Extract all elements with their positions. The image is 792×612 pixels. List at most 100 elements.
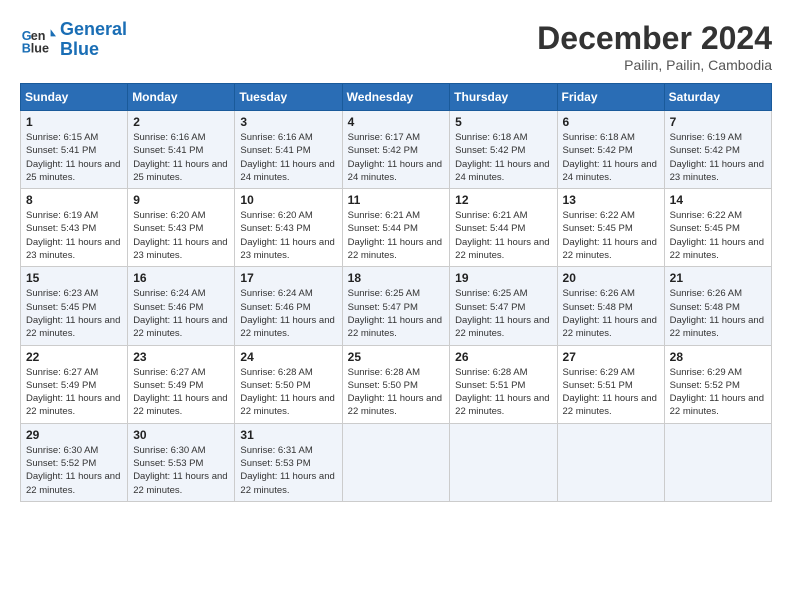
calendar-cell: 8 Sunrise: 6:19 AM Sunset: 5:43 PM Dayli… — [21, 189, 128, 267]
calendar-week-4: 22 Sunrise: 6:27 AM Sunset: 5:49 PM Dayl… — [21, 345, 772, 423]
location-title: Pailin, Pailin, Cambodia — [537, 57, 772, 73]
day-info: Sunrise: 6:27 AM Sunset: 5:49 PM Dayligh… — [26, 366, 122, 419]
day-info: Sunrise: 6:26 AM Sunset: 5:48 PM Dayligh… — [670, 287, 766, 340]
day-number: 20 — [563, 271, 659, 285]
day-number: 8 — [26, 193, 122, 207]
calendar-cell: 23 Sunrise: 6:27 AM Sunset: 5:49 PM Dayl… — [128, 345, 235, 423]
calendar-cell: 12 Sunrise: 6:21 AM Sunset: 5:44 PM Dayl… — [450, 189, 557, 267]
day-number: 5 — [455, 115, 551, 129]
calendar-table: SundayMondayTuesdayWednesdayThursdayFrid… — [20, 83, 772, 502]
day-number: 11 — [348, 193, 445, 207]
day-info: Sunrise: 6:28 AM Sunset: 5:50 PM Dayligh… — [240, 366, 336, 419]
calendar-header-sunday: Sunday — [21, 84, 128, 111]
day-number: 2 — [133, 115, 229, 129]
calendar-cell: 22 Sunrise: 6:27 AM Sunset: 5:49 PM Dayl… — [21, 345, 128, 423]
day-info: Sunrise: 6:23 AM Sunset: 5:45 PM Dayligh… — [26, 287, 122, 340]
calendar-cell — [557, 423, 664, 501]
day-info: Sunrise: 6:30 AM Sunset: 5:52 PM Dayligh… — [26, 444, 122, 497]
calendar-header-wednesday: Wednesday — [342, 84, 450, 111]
day-number: 13 — [563, 193, 659, 207]
svg-text:B: B — [22, 41, 31, 55]
calendar-cell: 16 Sunrise: 6:24 AM Sunset: 5:46 PM Dayl… — [128, 267, 235, 345]
calendar-cell: 5 Sunrise: 6:18 AM Sunset: 5:42 PM Dayli… — [450, 111, 557, 189]
calendar-header-row: SundayMondayTuesdayWednesdayThursdayFrid… — [21, 84, 772, 111]
day-info: Sunrise: 6:19 AM Sunset: 5:43 PM Dayligh… — [26, 209, 122, 262]
calendar-header-monday: Monday — [128, 84, 235, 111]
day-info: Sunrise: 6:20 AM Sunset: 5:43 PM Dayligh… — [240, 209, 336, 262]
calendar-week-1: 1 Sunrise: 6:15 AM Sunset: 5:41 PM Dayli… — [21, 111, 772, 189]
day-number: 18 — [348, 271, 445, 285]
day-info: Sunrise: 6:29 AM Sunset: 5:52 PM Dayligh… — [670, 366, 766, 419]
calendar-cell: 25 Sunrise: 6:28 AM Sunset: 5:50 PM Dayl… — [342, 345, 450, 423]
calendar-cell: 21 Sunrise: 6:26 AM Sunset: 5:48 PM Dayl… — [664, 267, 771, 345]
day-number: 14 — [670, 193, 766, 207]
day-info: Sunrise: 6:24 AM Sunset: 5:46 PM Dayligh… — [133, 287, 229, 340]
day-number: 29 — [26, 428, 122, 442]
day-info: Sunrise: 6:15 AM Sunset: 5:41 PM Dayligh… — [26, 131, 122, 184]
day-number: 4 — [348, 115, 445, 129]
day-number: 7 — [670, 115, 766, 129]
day-info: Sunrise: 6:28 AM Sunset: 5:51 PM Dayligh… — [455, 366, 551, 419]
day-number: 12 — [455, 193, 551, 207]
calendar-header-thursday: Thursday — [450, 84, 557, 111]
day-info: Sunrise: 6:18 AM Sunset: 5:42 PM Dayligh… — [563, 131, 659, 184]
calendar-cell: 1 Sunrise: 6:15 AM Sunset: 5:41 PM Dayli… — [21, 111, 128, 189]
month-title: December 2024 — [537, 20, 772, 57]
day-info: Sunrise: 6:22 AM Sunset: 5:45 PM Dayligh… — [563, 209, 659, 262]
calendar-cell: 3 Sunrise: 6:16 AM Sunset: 5:41 PM Dayli… — [235, 111, 342, 189]
day-number: 23 — [133, 350, 229, 364]
calendar-cell: 20 Sunrise: 6:26 AM Sunset: 5:48 PM Dayl… — [557, 267, 664, 345]
svg-text:lue: lue — [31, 41, 49, 55]
day-info: Sunrise: 6:19 AM Sunset: 5:42 PM Dayligh… — [670, 131, 766, 184]
day-number: 26 — [455, 350, 551, 364]
day-number: 16 — [133, 271, 229, 285]
calendar-cell: 24 Sunrise: 6:28 AM Sunset: 5:50 PM Dayl… — [235, 345, 342, 423]
page-header: G en B lue General Blue December 2024 Pa… — [20, 20, 772, 73]
day-number: 15 — [26, 271, 122, 285]
calendar-cell: 27 Sunrise: 6:29 AM Sunset: 5:51 PM Dayl… — [557, 345, 664, 423]
calendar-week-5: 29 Sunrise: 6:30 AM Sunset: 5:52 PM Dayl… — [21, 423, 772, 501]
calendar-cell: 7 Sunrise: 6:19 AM Sunset: 5:42 PM Dayli… — [664, 111, 771, 189]
logo-icon: G en B lue — [20, 22, 56, 58]
calendar-cell: 14 Sunrise: 6:22 AM Sunset: 5:45 PM Dayl… — [664, 189, 771, 267]
day-info: Sunrise: 6:22 AM Sunset: 5:45 PM Dayligh… — [670, 209, 766, 262]
calendar-cell: 9 Sunrise: 6:20 AM Sunset: 5:43 PM Dayli… — [128, 189, 235, 267]
day-number: 28 — [670, 350, 766, 364]
day-info: Sunrise: 6:25 AM Sunset: 5:47 PM Dayligh… — [455, 287, 551, 340]
day-info: Sunrise: 6:27 AM Sunset: 5:49 PM Dayligh… — [133, 366, 229, 419]
day-number: 31 — [240, 428, 336, 442]
day-number: 6 — [563, 115, 659, 129]
calendar-cell: 31 Sunrise: 6:31 AM Sunset: 5:53 PM Dayl… — [235, 423, 342, 501]
calendar-cell: 29 Sunrise: 6:30 AM Sunset: 5:52 PM Dayl… — [21, 423, 128, 501]
calendar-cell: 28 Sunrise: 6:29 AM Sunset: 5:52 PM Dayl… — [664, 345, 771, 423]
day-info: Sunrise: 6:16 AM Sunset: 5:41 PM Dayligh… — [240, 131, 336, 184]
calendar-cell — [450, 423, 557, 501]
logo-text: General Blue — [60, 20, 127, 60]
day-info: Sunrise: 6:29 AM Sunset: 5:51 PM Dayligh… — [563, 366, 659, 419]
day-number: 10 — [240, 193, 336, 207]
day-info: Sunrise: 6:26 AM Sunset: 5:48 PM Dayligh… — [563, 287, 659, 340]
calendar-cell: 26 Sunrise: 6:28 AM Sunset: 5:51 PM Dayl… — [450, 345, 557, 423]
calendar-cell: 2 Sunrise: 6:16 AM Sunset: 5:41 PM Dayli… — [128, 111, 235, 189]
day-number: 22 — [26, 350, 122, 364]
calendar-cell: 10 Sunrise: 6:20 AM Sunset: 5:43 PM Dayl… — [235, 189, 342, 267]
calendar-header-tuesday: Tuesday — [235, 84, 342, 111]
title-block: December 2024 Pailin, Pailin, Cambodia — [537, 20, 772, 73]
day-info: Sunrise: 6:16 AM Sunset: 5:41 PM Dayligh… — [133, 131, 229, 184]
calendar-cell: 6 Sunrise: 6:18 AM Sunset: 5:42 PM Dayli… — [557, 111, 664, 189]
calendar-cell: 17 Sunrise: 6:24 AM Sunset: 5:46 PM Dayl… — [235, 267, 342, 345]
day-number: 24 — [240, 350, 336, 364]
calendar-cell: 30 Sunrise: 6:30 AM Sunset: 5:53 PM Dayl… — [128, 423, 235, 501]
day-number: 1 — [26, 115, 122, 129]
day-info: Sunrise: 6:20 AM Sunset: 5:43 PM Dayligh… — [133, 209, 229, 262]
logo-line2: Blue — [60, 39, 99, 59]
day-number: 17 — [240, 271, 336, 285]
calendar-cell: 11 Sunrise: 6:21 AM Sunset: 5:44 PM Dayl… — [342, 189, 450, 267]
day-number: 27 — [563, 350, 659, 364]
calendar-cell: 15 Sunrise: 6:23 AM Sunset: 5:45 PM Dayl… — [21, 267, 128, 345]
day-info: Sunrise: 6:18 AM Sunset: 5:42 PM Dayligh… — [455, 131, 551, 184]
day-info: Sunrise: 6:30 AM Sunset: 5:53 PM Dayligh… — [133, 444, 229, 497]
calendar-cell: 13 Sunrise: 6:22 AM Sunset: 5:45 PM Dayl… — [557, 189, 664, 267]
logo-line1: General — [60, 19, 127, 39]
day-number: 19 — [455, 271, 551, 285]
